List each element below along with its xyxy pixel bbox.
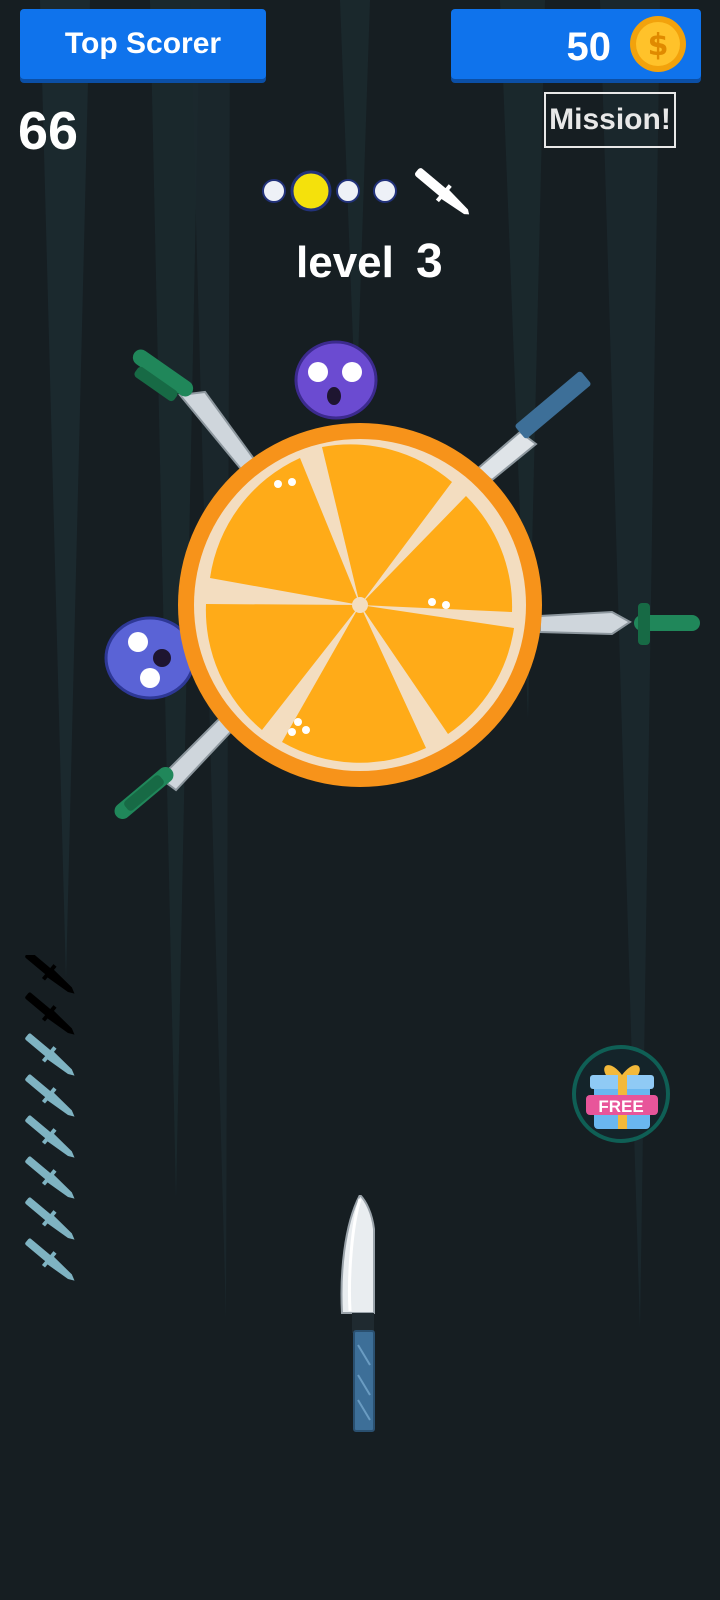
target-board bbox=[104, 340, 700, 819]
gift-free-label: FREE bbox=[598, 1097, 644, 1116]
remaining-knife-icon bbox=[25, 1156, 75, 1199]
remaining-knife-icon bbox=[25, 1074, 75, 1117]
top-scorer-button[interactable]: Top Scorer bbox=[20, 9, 266, 79]
score-value: 66 bbox=[18, 101, 79, 161]
level-label: level bbox=[296, 238, 394, 287]
stuck-knife-topright bbox=[474, 371, 591, 482]
coin-icon: $ bbox=[630, 16, 686, 72]
remaining-knife-icon bbox=[25, 1115, 75, 1158]
bonus-blob-top bbox=[294, 340, 378, 420]
gift-icon bbox=[586, 1065, 658, 1129]
stuck-knife-topleft bbox=[132, 349, 264, 482]
remaining-knife-icon bbox=[25, 1238, 75, 1281]
level-number: 3 bbox=[416, 235, 443, 288]
mission-button[interactable]: Mission! bbox=[544, 92, 676, 148]
remaining-knife-icon bbox=[25, 1197, 75, 1240]
player-knife[interactable] bbox=[330, 1195, 390, 1435]
coin-counter[interactable]: 50 $ bbox=[451, 9, 701, 79]
svg-text:$: $ bbox=[648, 28, 669, 63]
used-knife-icon bbox=[25, 992, 75, 1035]
knife-stock bbox=[25, 955, 75, 1281]
orange-slice bbox=[178, 423, 542, 787]
remaining-knife-icon bbox=[25, 1033, 75, 1076]
coin-count: 50 bbox=[566, 25, 612, 69]
free-gift-button[interactable]: FREE bbox=[572, 1045, 670, 1143]
player-knife-handle bbox=[353, 1330, 375, 1432]
stuck-knife-right bbox=[539, 603, 700, 645]
stuck-knife-bottomleft bbox=[114, 708, 242, 819]
